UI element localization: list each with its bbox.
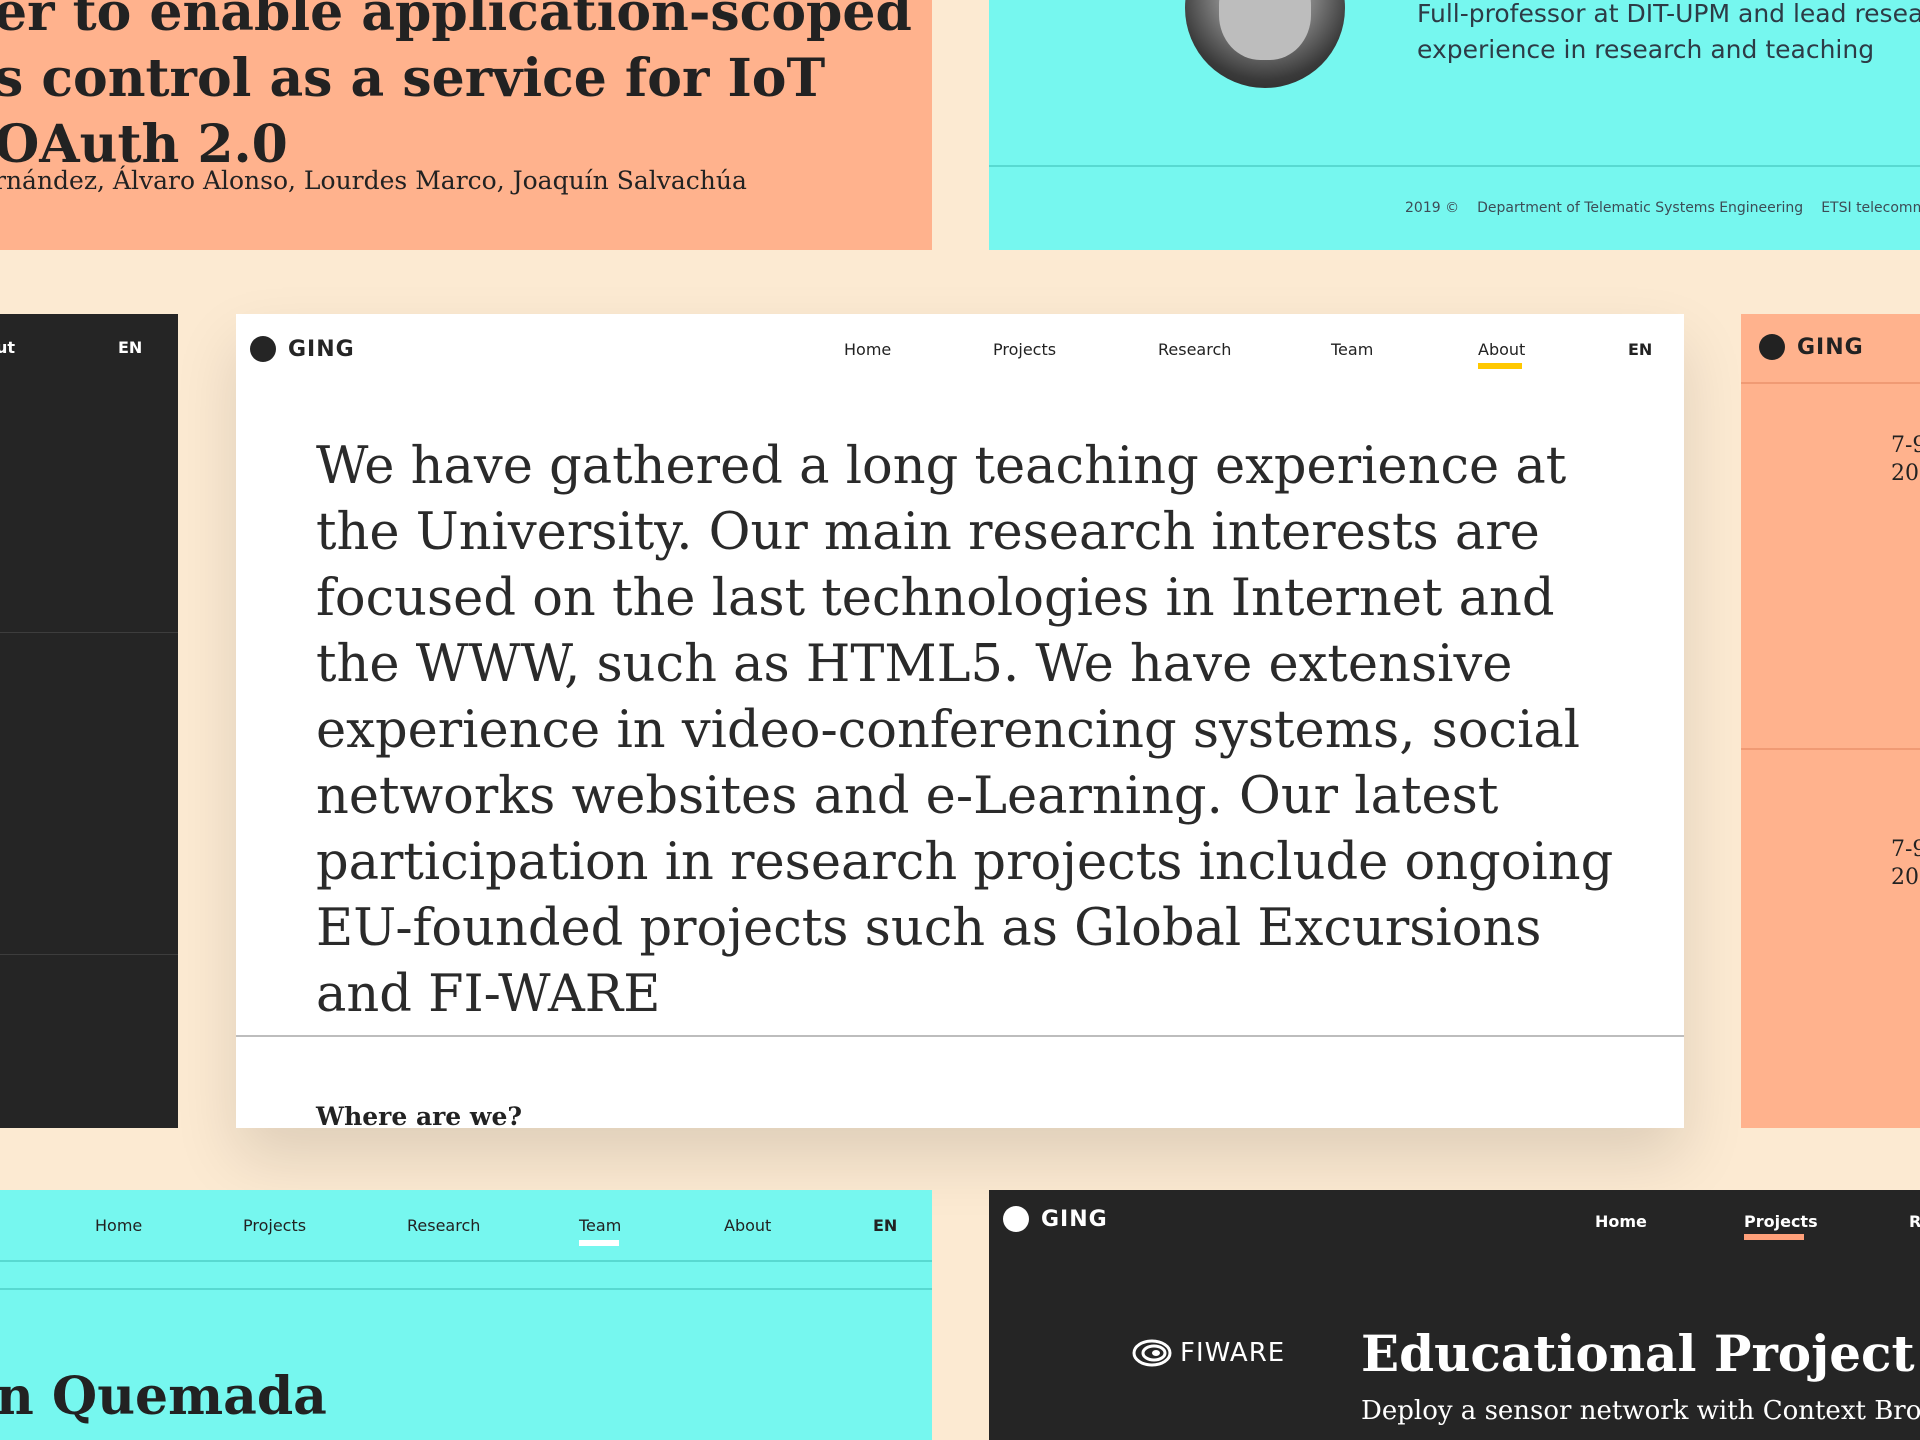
divider: [1741, 382, 1920, 384]
site-logo[interactable]: GING: [250, 336, 355, 362]
logo-text: GING: [288, 336, 355, 362]
partner-logo-text: FIWARE: [1180, 1338, 1286, 1368]
profile-footer: 2019 © Department of Telematic Systems E…: [1405, 200, 1920, 216]
nav-research[interactable]: Research: [407, 1216, 480, 1235]
department-link[interactable]: Department of Telematic Systems Engineer…: [1477, 200, 1803, 216]
nav-item-about-partial[interactable]: ut: [0, 338, 15, 357]
divider: [989, 165, 1920, 167]
divider: [1741, 748, 1920, 750]
paper-authors: rnández, Álvaro Alonso, Lourdes Marco, J…: [0, 166, 747, 195]
nav-research[interactable]: Research: [1158, 340, 1231, 359]
active-nav-indicator: [579, 1240, 619, 1246]
divider: [0, 1260, 932, 1262]
profile-card[interactable]: Full-professor at DIT-UPM and lead resea…: [989, 0, 1920, 250]
site-logo[interactable]: GING: [1759, 334, 1864, 360]
active-nav-indicator: [1744, 1234, 1804, 1240]
logo-dot-icon: [1759, 334, 1785, 360]
nav-projects[interactable]: Projects: [243, 1216, 306, 1235]
where-heading: Where are we?: [316, 1102, 522, 1128]
language-switch[interactable]: EN: [118, 338, 142, 357]
nav-projects[interactable]: Projects: [993, 340, 1056, 359]
about-lead-paragraph: We have gathered a long teaching experie…: [316, 437, 1614, 1024]
paper-title-line: er to enable application-scoped: [0, 0, 912, 43]
paper-card[interactable]: er to enable application-scoped s contro…: [0, 0, 932, 250]
language-switch[interactable]: EN: [1628, 340, 1652, 359]
team-card[interactable]: Home Projects Research Team About EN n Q…: [0, 1190, 932, 1440]
nav-research-partial[interactable]: R: [1909, 1212, 1920, 1231]
projects-card[interactable]: GING Home Projects R FIWARE Educational …: [989, 1190, 1920, 1440]
nav-team[interactable]: Team: [1331, 340, 1373, 359]
partner-logo: FIWARE: [1132, 1338, 1285, 1368]
nav-home[interactable]: Home: [95, 1216, 142, 1235]
profile-bio-line: Full-professor at DIT-UPM and lead resea…: [1417, 0, 1920, 28]
event-date: 7-9 201: [1891, 432, 1920, 488]
divider: [0, 632, 178, 633]
nav-home[interactable]: Home: [1595, 1212, 1647, 1231]
logo-text: GING: [1797, 334, 1864, 360]
project-title: Educational Project: [1361, 1324, 1915, 1383]
event-date: 7-9 201: [1891, 836, 1920, 892]
event-date-line: 7-9: [1891, 433, 1920, 458]
event-date-line: 7-9: [1891, 837, 1920, 862]
profile-bio-line: experience in research and teaching: [1417, 35, 1875, 64]
event-date-line: 201: [1891, 865, 1920, 890]
profile-bio: Full-professor at DIT-UPM and lead resea…: [1417, 0, 1920, 68]
divider: [236, 1035, 1684, 1037]
divider: [0, 954, 178, 955]
nav-team[interactable]: Team: [579, 1216, 621, 1235]
nav-projects[interactable]: Projects: [1744, 1212, 1818, 1231]
about-page-card: GING Home Projects Research Team About E…: [236, 314, 1684, 1128]
divider: [0, 1288, 932, 1290]
fiware-swirl-icon: [1132, 1339, 1172, 1367]
language-switch[interactable]: EN: [873, 1216, 897, 1235]
team-member-name: n Quemada: [0, 1366, 327, 1427]
event-date-line: 201: [1891, 461, 1920, 486]
copyright-text: 2019 ©: [1405, 200, 1460, 216]
school-link[interactable]: ETSI telecommunic: [1821, 200, 1920, 216]
nav-home[interactable]: Home: [844, 340, 891, 359]
dark-side-card[interactable]: ut EN: [0, 314, 178, 1128]
active-nav-indicator: [1478, 363, 1522, 369]
project-subtitle: Deploy a sensor network with Context Bro…: [1361, 1396, 1920, 1426]
logo-text: GING: [1041, 1206, 1108, 1232]
paper-title: er to enable application-scoped s contro…: [0, 0, 932, 178]
paper-title-line: s control as a service for IoT: [0, 48, 826, 109]
site-logo[interactable]: GING: [1003, 1206, 1108, 1232]
logo-dot-icon: [1003, 1206, 1029, 1232]
events-card[interactable]: GING 7-9 201 7-9 201: [1741, 314, 1920, 1128]
logo-dot-icon: [250, 336, 276, 362]
nav-about[interactable]: About: [1478, 340, 1525, 359]
nav-about[interactable]: About: [724, 1216, 771, 1235]
